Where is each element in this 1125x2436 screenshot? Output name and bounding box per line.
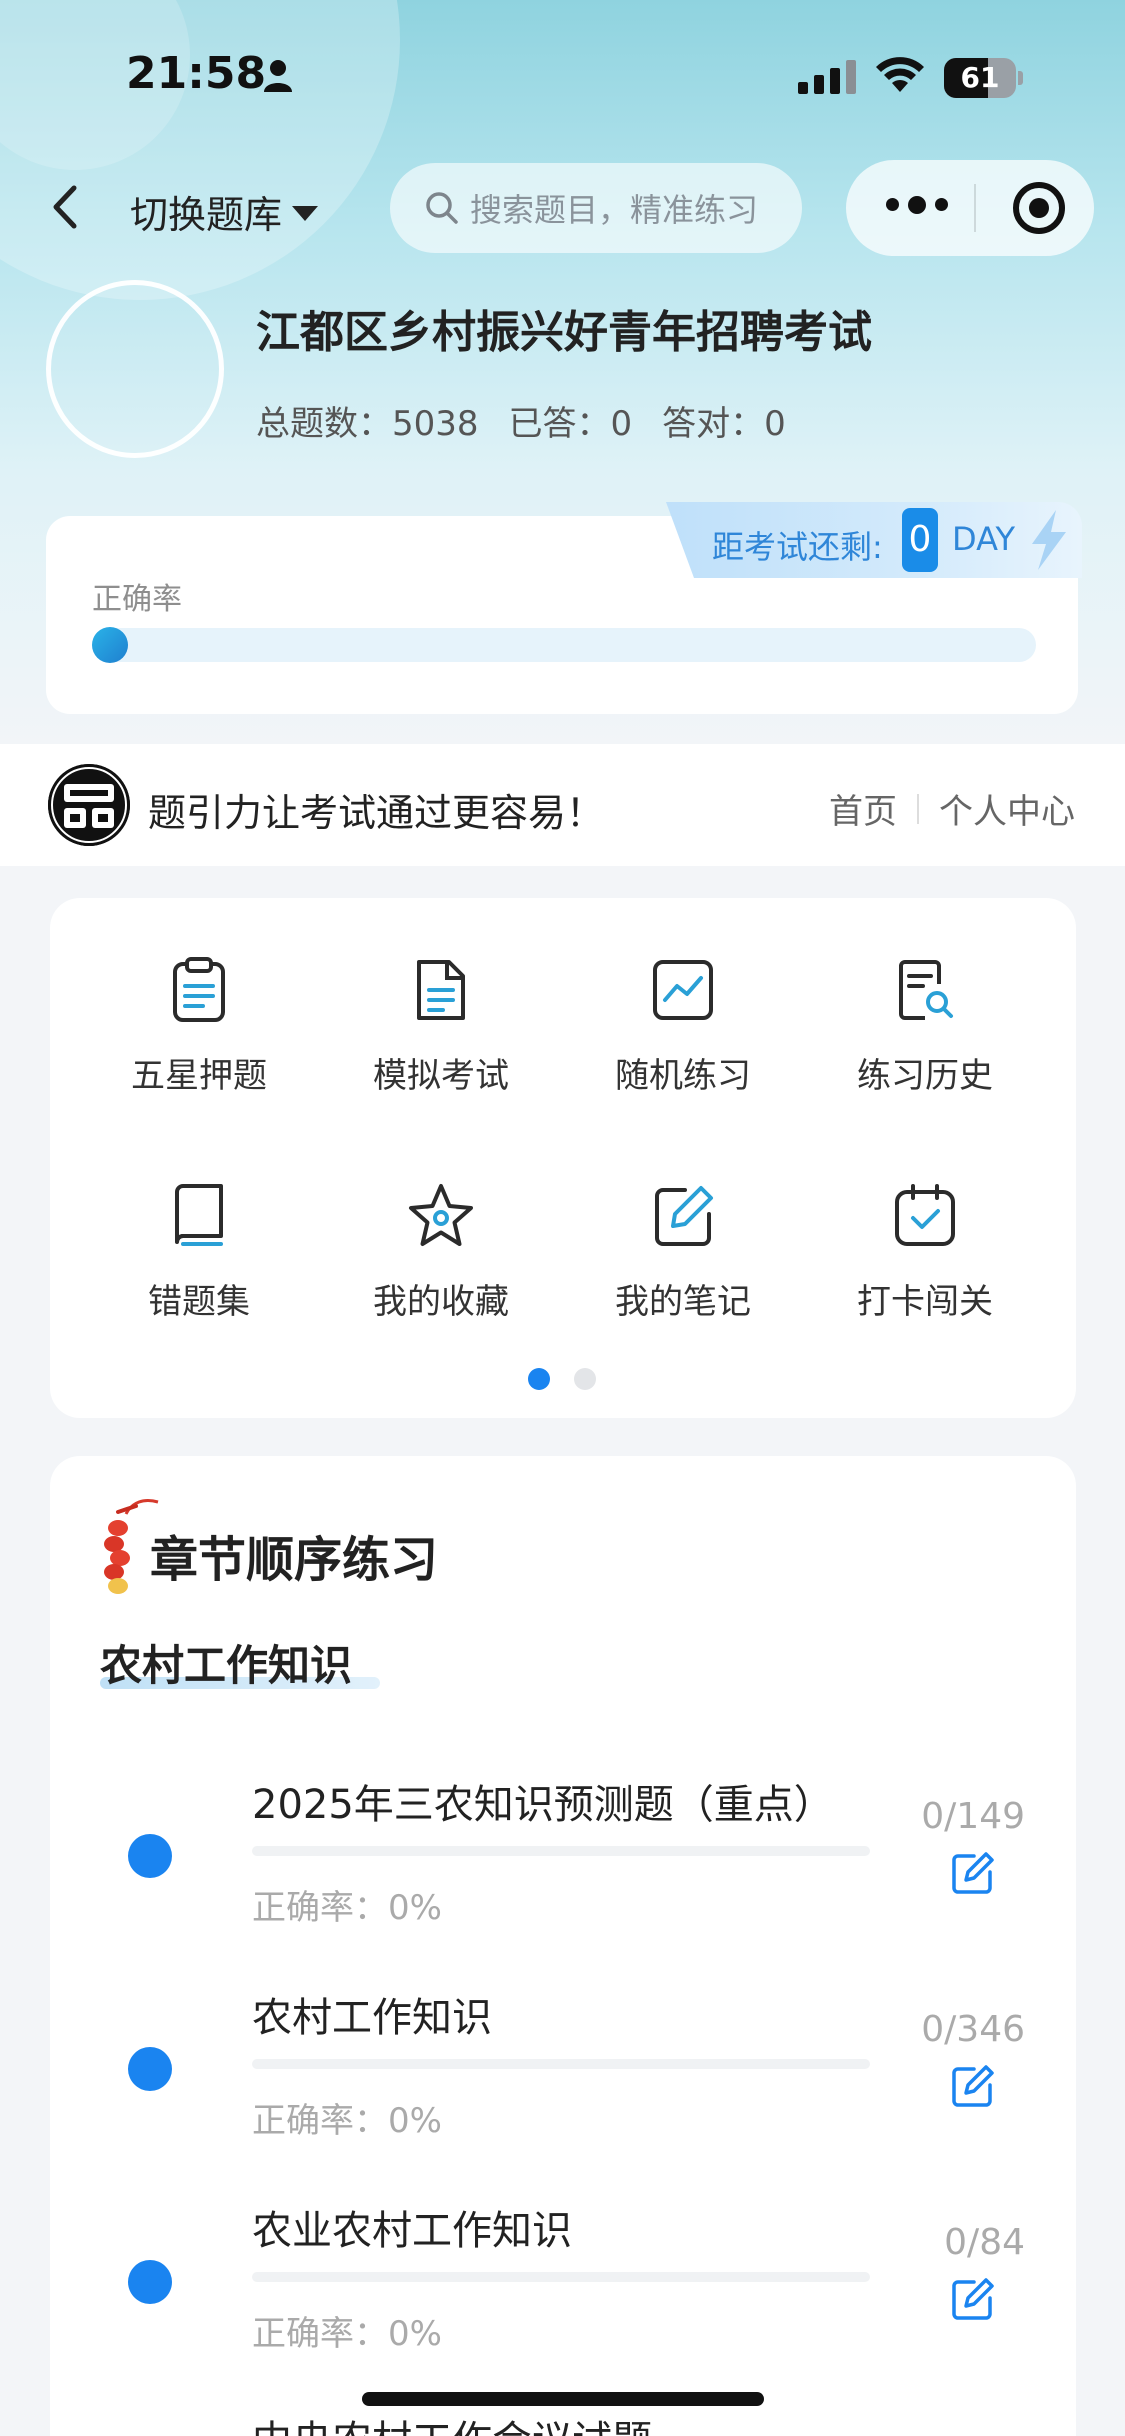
menu-item-favorites[interactable]: 我的收藏	[320, 1180, 562, 1323]
search-icon	[426, 192, 458, 224]
pager-dot[interactable]	[574, 1368, 596, 1390]
book-icon	[175, 1184, 223, 1246]
correct-count: 答对：0	[662, 404, 786, 444]
menu-item-check-in[interactable]: 打卡闯关	[804, 1180, 1046, 1323]
chapter-bullet	[128, 1834, 172, 1878]
menu-pager	[528, 1368, 596, 1390]
more-options-icon[interactable]	[886, 196, 948, 214]
lightning-icon	[1032, 510, 1066, 570]
chapter-accuracy: 正确率：0%	[252, 2314, 442, 2354]
close-miniprogram-icon[interactable]	[1013, 182, 1065, 234]
answered-count: 已答：0	[508, 404, 633, 444]
calendar-check-icon	[895, 1184, 955, 1246]
menu-item-random-practice[interactable]: 随机练习	[562, 954, 804, 1097]
menu-item-mock-exam[interactable]: 模拟考试	[320, 954, 562, 1097]
chapter-name: 农业农村工作知识	[252, 2208, 572, 2254]
menu-item-label: 打卡闯关	[857, 1282, 993, 1322]
wifi-icon	[876, 57, 924, 92]
home-indicator	[362, 2392, 764, 2406]
chapter-item[interactable]: 农村工作知识 正确率：0% 0/346	[0, 1985, 1125, 2185]
caret-down-icon	[292, 206, 319, 221]
chapter-accuracy: 正确率：0%	[252, 2101, 442, 2141]
chapter-progress-bar	[252, 1846, 870, 1856]
capsule-divider	[974, 184, 976, 232]
edit-note-icon	[655, 1186, 713, 1246]
chapter-name: 农村工作知识	[252, 1995, 492, 2041]
chapter-name-partial[interactable]: 中央农村工作会议试题	[252, 2408, 652, 2436]
accuracy-progress-track	[92, 628, 1036, 662]
chapter-bullet	[128, 2260, 172, 2304]
chapter-name: 2025年三农知识预测题（重点）	[252, 1782, 834, 1828]
exam-stats: 总题数：5038 已答：0 答对：0	[256, 396, 786, 445]
brand-bar: 题引力让考试通过更容易！ 首页 个人中心	[0, 744, 1125, 866]
brand-slogan: 题引力让考试通过更容易！	[148, 791, 605, 835]
chapter-count: 0/346	[921, 2009, 1025, 2050]
battery-indicator: 61	[944, 58, 1024, 98]
menu-item-label: 我的收藏	[373, 1282, 509, 1322]
chapter-item[interactable]: 农业农村工作知识 正确率：0% 0/84	[0, 2198, 1125, 2398]
status-bar: 21:58 61	[0, 40, 1125, 110]
menu-item-notes[interactable]: 我的笔记	[562, 1180, 804, 1323]
chapter-bullet	[128, 2047, 172, 2091]
nav-bar: 切换题库 搜索题目，精准练习	[0, 160, 1125, 256]
section-title[interactable]: 农村工作知识	[100, 1632, 352, 1693]
exam-title: 江都区乡村振兴好青年招聘考试	[256, 307, 872, 358]
countdown-unit: DAY	[952, 520, 1016, 558]
chapter-count: 0/149	[921, 1796, 1025, 1837]
countdown-days: 0	[902, 508, 938, 572]
clock: 21:58	[126, 48, 267, 99]
menu-item-label: 我的笔记	[615, 1282, 751, 1322]
brand-links: 首页 个人中心	[829, 784, 1075, 833]
exam-countdown: 距考试还剩: 0 DAY	[666, 502, 1082, 578]
menu-item-five-star[interactable]: 五星押题	[78, 954, 320, 1097]
menu-item-label: 练习历史	[857, 1056, 993, 1096]
home-link[interactable]: 首页	[829, 784, 897, 833]
link-separator	[917, 793, 919, 824]
menu-item-label: 随机练习	[615, 1056, 751, 1096]
back-chevron-icon[interactable]	[46, 182, 86, 232]
chapter-progress-bar	[252, 2059, 870, 2069]
menu-item-wrong-answers[interactable]: 错题集	[78, 1180, 320, 1323]
search-input[interactable]: 搜索题目，精准练习	[390, 163, 802, 253]
menu-item-label: 模拟考试	[373, 1056, 509, 1096]
search-placeholder: 搜索题目，精准练习	[470, 191, 759, 229]
star-icon	[409, 1184, 473, 1246]
trend-chart-icon	[653, 960, 713, 1020]
profile-link[interactable]: 个人中心	[939, 784, 1075, 833]
brand-logo-mark	[48, 764, 130, 846]
chapter-count: 0/84	[944, 2222, 1025, 2263]
chapter-item[interactable]: 2025年三农知识预测题（重点） 正确率：0% 0/149	[0, 1772, 1125, 1972]
brand-logo	[48, 764, 130, 846]
edit-icon[interactable]	[950, 2276, 996, 2322]
avatar	[46, 280, 224, 458]
chapter-accuracy: 正确率：0%	[252, 1888, 442, 1928]
clipboard-icon	[173, 957, 225, 1022]
edit-icon[interactable]	[950, 1850, 996, 1896]
cellular-signal-icon	[798, 60, 856, 94]
switch-bank-button[interactable]: 切换题库	[130, 184, 319, 239]
document-icon	[417, 960, 465, 1020]
accuracy-label: 正确率	[92, 582, 182, 617]
person-icon	[264, 60, 292, 92]
chapter-title: 章节顺序练习	[150, 1532, 439, 1588]
countdown-label: 距考试还剩:	[712, 528, 883, 566]
menu-item-label: 错题集	[148, 1282, 250, 1322]
total-questions: 总题数：5038	[256, 404, 479, 444]
pager-dot-active[interactable]	[528, 1368, 550, 1390]
chapter-progress-bar	[252, 2272, 870, 2282]
menu-item-history[interactable]: 练习历史	[804, 954, 1046, 1097]
miniprogram-capsule	[846, 160, 1094, 256]
edit-icon[interactable]	[950, 2063, 996, 2109]
history-search-icon	[899, 960, 953, 1020]
switch-bank-label: 切换题库	[130, 193, 283, 237]
accuracy-progress-handle	[92, 627, 128, 663]
menu-item-label: 五星押题	[131, 1056, 267, 1096]
